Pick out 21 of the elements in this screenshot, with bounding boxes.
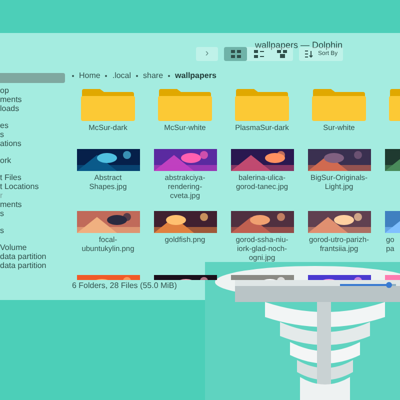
section-header: r bbox=[0, 191, 4, 200]
sidebar-item[interactable]: s bbox=[0, 209, 65, 218]
sidebar-item[interactable]: op bbox=[0, 86, 65, 95]
sidebar-item[interactable]: t Locations bbox=[0, 182, 65, 191]
sidebar-item[interactable]: data partition bbox=[0, 252, 65, 261]
status-text: 6 Folders, 28 Files (55.0 MiB) bbox=[72, 281, 177, 291]
sidebar-item[interactable]: s bbox=[0, 226, 65, 235]
sidebar-item[interactable]: Volume bbox=[0, 243, 65, 252]
sidebar-item[interactable]: es bbox=[0, 121, 65, 130]
breadcrumb-item[interactable]: .local bbox=[112, 70, 132, 82]
sidebar-item[interactable]: data partition bbox=[0, 261, 65, 270]
breadcrumb-item[interactable]: Home bbox=[79, 70, 100, 82]
sidebar-item[interactable]: loads bbox=[0, 104, 65, 113]
sidebar-item[interactable]: ments bbox=[0, 95, 65, 104]
sidebar-item[interactable]: ments bbox=[0, 200, 65, 209]
sidebar-item[interactable]: t Files bbox=[0, 173, 65, 182]
breadcrumb-item[interactable]: wallpapers bbox=[175, 70, 216, 82]
sidebar-item[interactable]: ork bbox=[0, 156, 65, 165]
sidebar-item[interactable]: s bbox=[0, 130, 65, 139]
breadcrumb-item[interactable]: share bbox=[143, 70, 164, 82]
sidebar-item[interactable]: ations bbox=[0, 139, 65, 148]
